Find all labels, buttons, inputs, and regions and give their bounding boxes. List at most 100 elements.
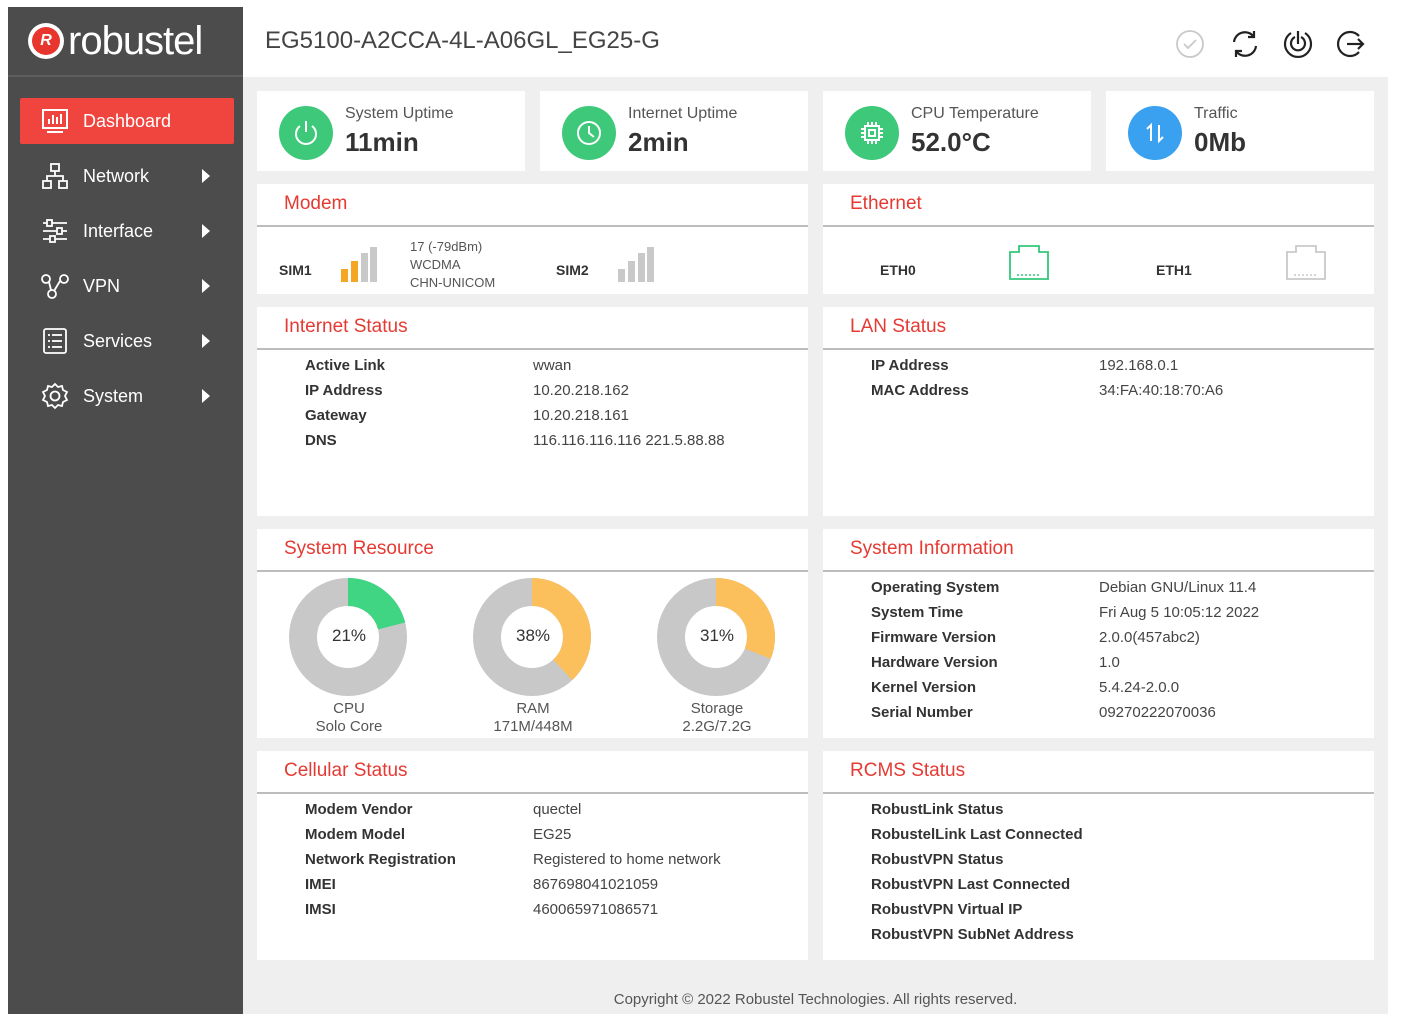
internet-uptime-card: Internet Uptime 2min	[540, 91, 808, 171]
lan-status-panel: LAN Status IP Address 192.168.0.1 MAC Ad…	[823, 307, 1374, 516]
stat-label: CPU Temperature	[911, 105, 1039, 122]
ethernet-port-disconnected-icon	[1286, 245, 1326, 280]
ram-detail: 171M/448M	[493, 718, 573, 735]
sidebar-item-dashboard[interactable]: Dashboard	[20, 98, 234, 144]
hardware-version-label: Hardware Version	[871, 654, 998, 671]
modem-vendor-value: quectel	[533, 801, 582, 818]
sync-icon[interactable]	[1228, 27, 1262, 61]
divider	[823, 348, 1374, 350]
check-circle-icon[interactable]	[1173, 27, 1207, 61]
sidebar-item-services[interactable]: Services	[20, 318, 234, 364]
divider	[823, 792, 1374, 794]
panel-title: System Information	[850, 538, 1014, 559]
sidebar-item-network[interactable]: Network	[20, 153, 234, 199]
sidebar: R robustel Dashboard Network Interface V…	[8, 7, 243, 1014]
hardware-version-value: 1.0	[1099, 654, 1120, 671]
ram-label: RAM	[516, 700, 550, 717]
modem-model-label: Modem Model	[305, 826, 405, 843]
robustel-logo-icon: R	[28, 23, 64, 59]
power-icon	[279, 106, 333, 160]
ip-address-value: 10.20.218.162	[533, 382, 629, 399]
sim1-signal-strength: 17 (-79dBm)	[410, 239, 483, 254]
rcms-status-panel: RCMS Status RobustLink Status RobustelLi…	[823, 751, 1374, 960]
lan-ip-label: IP Address	[871, 357, 949, 374]
traffic-card: Traffic 0Mb	[1106, 91, 1374, 171]
eth1-label: ETH1	[1156, 262, 1192, 278]
system-uptime-card: System Uptime 11min	[257, 91, 525, 171]
stat-label: Internet Uptime	[628, 105, 738, 122]
divider	[257, 225, 808, 227]
sidebar-item-label: System	[83, 385, 144, 406]
divider	[257, 570, 808, 572]
network-registration-label: Network Registration	[305, 851, 456, 868]
sidebar-nav: Dashboard Network Interface VPN Services…	[8, 98, 243, 419]
sidebar-item-label: Interface	[83, 220, 154, 241]
sim1-label: SIM1	[279, 262, 312, 278]
brand-logo[interactable]: R robustel	[8, 7, 243, 77]
gateway-value: 10.20.218.161	[533, 407, 629, 424]
right-gutter	[1388, 7, 1402, 1014]
sidebar-item-system[interactable]: System	[20, 373, 234, 419]
ethernet-port-connected-icon	[1009, 245, 1049, 280]
power-icon[interactable]	[1281, 27, 1315, 61]
robustvpn-status-label: RobustVPN Status	[871, 851, 1004, 868]
dns-value: 116.116.116.116 221.5.88.88	[533, 432, 725, 449]
traffic-arrows-icon	[1128, 106, 1182, 160]
robustvpn-virtual-ip-label: RobustVPN Virtual IP	[871, 901, 1023, 918]
caret-right-icon	[202, 279, 210, 293]
stat-label: Traffic	[1194, 105, 1238, 122]
services-list-icon	[40, 326, 70, 356]
cpu-detail: Solo Core	[315, 718, 383, 735]
gateway-label: Gateway	[305, 407, 367, 424]
sidebar-item-vpn[interactable]: VPN	[20, 263, 234, 309]
modem-model-value: EG25	[533, 826, 572, 843]
divider	[257, 348, 808, 350]
panel-title: Modem	[284, 193, 348, 214]
imsi-label: IMSI	[305, 901, 336, 918]
divider	[823, 570, 1374, 572]
sidebar-item-label: Services	[83, 330, 153, 351]
sim1-operator: CHN-UNICOM	[410, 275, 496, 290]
system-resource-panel: System Resource 21% CPU Solo Core 38% RA…	[257, 529, 808, 738]
robustlink-status-label: RobustLink Status	[871, 801, 1004, 818]
ip-address-label: IP Address	[305, 382, 383, 399]
stat-value: 0Mb	[1194, 127, 1246, 157]
cpu-label: CPU	[333, 700, 365, 717]
sim1-signal-icon	[341, 247, 377, 282]
top-header: EG5100-A2CCA-4L-A06GL_EG25-G	[243, 7, 1388, 77]
sidebar-item-label: Network	[83, 165, 150, 186]
network-icon	[40, 161, 70, 191]
kernel-version-value: 5.4.24-2.0.0	[1099, 679, 1180, 696]
panel-title: Ethernet	[850, 193, 922, 214]
mac-address-value: 34:FA:40:18:70:A6	[1099, 382, 1224, 399]
app-frame: R robustel Dashboard Network Interface V…	[8, 7, 1388, 1014]
robustellink-last-connected-label: RobustelLink Last Connected	[871, 826, 1083, 843]
caret-right-icon	[202, 334, 210, 348]
gear-icon	[40, 381, 70, 411]
storage-usage-percent: 31%	[699, 626, 735, 645]
system-time-value: Fri Aug 5 10:05:12 2022	[1099, 604, 1260, 621]
imei-label: IMEI	[305, 876, 336, 893]
device-name: EG5100-A2CCA-4L-A06GL_EG25-G	[265, 27, 660, 54]
cpu-chip-icon	[845, 106, 899, 160]
cpu-usage-percent: 21%	[331, 626, 367, 645]
footer-copyright: Copyright © 2022 Robustel Technologies. …	[613, 991, 1018, 1008]
firmware-version-value: 2.0.0(457abc2)	[1099, 629, 1200, 646]
active-link-label: Active Link	[305, 357, 386, 374]
mac-address-label: MAC Address	[871, 382, 969, 399]
robustvpn-last-connected-label: RobustVPN Last Connected	[871, 876, 1071, 893]
operating-system-label: Operating System	[871, 579, 1000, 596]
clock-icon	[562, 106, 616, 160]
ethernet-panel: Ethernet ETH0 ETH1	[823, 184, 1374, 294]
sim2-label: SIM2	[556, 262, 589, 278]
ram-usage-percent: 38%	[515, 626, 551, 645]
modem-vendor-label: Modem Vendor	[305, 801, 413, 818]
sidebar-item-interface[interactable]: Interface	[20, 208, 234, 254]
system-information-panel: System Information Operating System Debi…	[823, 529, 1374, 738]
divider	[257, 792, 808, 794]
stat-value: 11min	[345, 127, 419, 157]
panel-title: Cellular Status	[284, 760, 408, 781]
panel-title: RCMS Status	[850, 760, 966, 781]
logout-icon[interactable]	[1334, 27, 1368, 61]
divider	[823, 225, 1374, 227]
